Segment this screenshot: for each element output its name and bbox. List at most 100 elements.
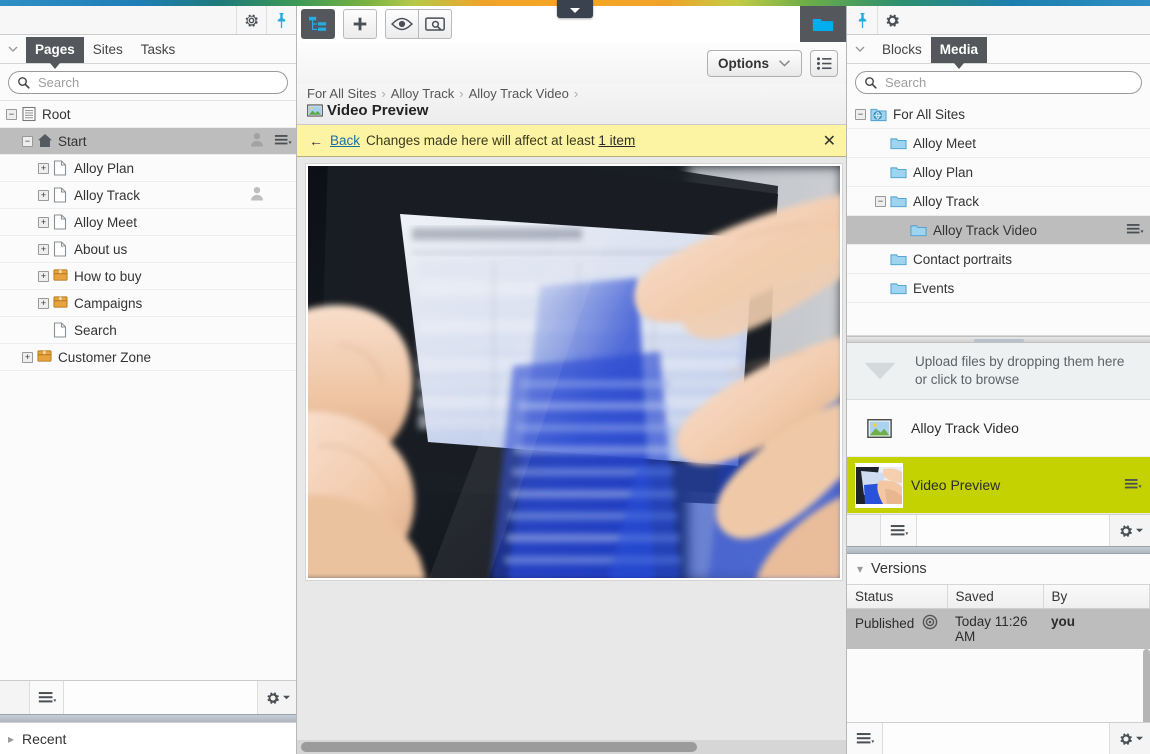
version-saved-cell: Today 11:26 AM: [947, 608, 1043, 649]
page-tree-row[interactable]: − Root: [0, 101, 296, 128]
page-tree-row[interactable]: + Customer Zone: [0, 344, 296, 371]
page-tree-row[interactable]: Search: [0, 317, 296, 344]
media-search-input[interactable]: [883, 74, 1133, 91]
folder-icon: [890, 281, 907, 295]
versions-section-header[interactable]: ▾ Versions: [847, 554, 1150, 585]
breadcrumb-item[interactable]: For All Sites: [307, 86, 376, 101]
home-icon: [37, 133, 53, 149]
column-status[interactable]: Status: [847, 585, 948, 609]
page-tree-row[interactable]: + How to buy: [0, 263, 296, 290]
list-menu-icon[interactable]: [30, 681, 64, 714]
page-tree-row[interactable]: + Alloy Meet: [0, 209, 296, 236]
page-search-box[interactable]: [8, 71, 288, 94]
recent-section-header[interactable]: ▸ Recent: [0, 722, 296, 754]
scrollbar-thumb[interactable]: [301, 742, 697, 752]
gear-icon[interactable]: [877, 6, 907, 34]
container-icon: [53, 268, 69, 284]
folder-icon: [890, 136, 907, 150]
footer-blank-area: [64, 681, 258, 714]
versions-label: Versions: [871, 561, 927, 577]
media-tree-row[interactable]: Events: [847, 274, 1150, 303]
media-list-item[interactable]: Alloy Track Video: [847, 400, 1150, 457]
breadcrumb-separator: ›: [381, 86, 386, 101]
close-icon[interactable]: ✕: [823, 131, 836, 151]
breadcrumb-item[interactable]: Alloy Track Video: [469, 86, 569, 101]
expand-icon[interactable]: +: [38, 297, 49, 309]
media-list-item[interactable]: Video Preview: [847, 457, 1150, 514]
page-tree-row[interactable]: + Campaigns: [0, 290, 296, 317]
collapse-icon[interactable]: −: [875, 195, 886, 207]
pin-icon[interactable]: [847, 6, 877, 34]
expander-placeholder: [875, 254, 886, 265]
tab-tasks[interactable]: Tasks: [132, 37, 185, 63]
media-tree-row[interactable]: Alloy Track Video: [847, 216, 1150, 245]
plus-icon: [353, 17, 367, 31]
tab-media[interactable]: Media: [930, 37, 988, 69]
list-menu-icon[interactable]: [881, 515, 917, 546]
row-menu-icon[interactable]: [1124, 478, 1142, 493]
preview-area: [297, 157, 846, 597]
collapse-icon[interactable]: −: [22, 135, 33, 147]
gear-icon[interactable]: [258, 681, 296, 714]
gear-icon[interactable]: [236, 6, 266, 34]
tab-pages[interactable]: Pages: [26, 37, 84, 69]
collapse-toolbar-handle[interactable]: [557, 0, 593, 18]
page-tree-label: Search: [74, 322, 117, 338]
row-menu-icon[interactable]: [274, 134, 292, 149]
list-menu-icon[interactable]: [847, 723, 883, 754]
page-tree-row[interactable]: + Alloy Track: [0, 182, 296, 209]
page-tree-row[interactable]: − Start: [0, 128, 296, 155]
expand-icon[interactable]: +: [38, 243, 49, 255]
globe-folder-icon: [870, 107, 887, 122]
folder-icon: [890, 165, 907, 179]
eye-icon[interactable]: [385, 9, 419, 39]
add-content-button[interactable]: [343, 9, 377, 39]
options-button[interactable]: Options: [707, 49, 802, 77]
site-tree-icon[interactable]: [301, 9, 335, 39]
media-panel-splitter[interactable]: [847, 336, 1150, 343]
breadcrumb: For All Sites › Alloy Track › Alloy Track Vi…: [307, 86, 836, 101]
user-icon: [250, 186, 266, 204]
content-area: Options For All Sites › Alloy Track › Alloy …: [297, 6, 846, 754]
media-tree-row[interactable]: Contact portraits: [847, 245, 1150, 274]
row-menu-icon[interactable]: [1126, 223, 1144, 238]
expand-icon[interactable]: +: [22, 351, 33, 363]
notice-count-link[interactable]: 1 item: [598, 133, 635, 148]
page-search-input[interactable]: [36, 74, 279, 91]
media-tree-row[interactable]: Alloy Plan: [847, 158, 1150, 187]
preview-search-icon[interactable]: [418, 9, 452, 39]
gear-icon[interactable]: [1110, 515, 1150, 546]
expand-icon[interactable]: +: [38, 189, 49, 201]
media-tree-row[interactable]: − Alloy Track: [847, 187, 1150, 216]
media-search-box[interactable]: [855, 71, 1142, 94]
tab-blocks[interactable]: Blocks: [873, 37, 931, 63]
versions-table-row[interactable]: Published Today 11:26 AM you: [847, 608, 1150, 649]
gear-icon[interactable]: [1110, 723, 1150, 754]
notice-back-link[interactable]: Back: [330, 133, 360, 148]
content-horizontal-scrollbar[interactable]: [297, 740, 846, 754]
page-tree-label: Alloy Plan: [74, 160, 135, 176]
expand-icon[interactable]: +: [38, 270, 49, 282]
pin-icon[interactable]: [266, 6, 296, 34]
versions-panel-splitter[interactable]: [847, 546, 1150, 554]
expand-icon[interactable]: +: [38, 216, 49, 228]
collapse-icon[interactable]: −: [6, 108, 17, 120]
page-tree-label: How to buy: [74, 268, 142, 284]
list-view-icon[interactable]: [810, 49, 838, 77]
media-tree-row[interactable]: − For All Sites: [847, 100, 1150, 129]
expand-icon[interactable]: +: [38, 162, 49, 174]
folder-icon[interactable]: [800, 6, 846, 42]
content-options-row: Options: [297, 42, 846, 84]
left-panel-splitter[interactable]: [0, 714, 296, 722]
page-tree-row[interactable]: + About us: [0, 236, 296, 263]
chevron-down-icon[interactable]: [847, 35, 873, 63]
column-by[interactable]: By: [1043, 585, 1150, 609]
page-tree-row[interactable]: + Alloy Plan: [0, 155, 296, 182]
media-tree-row[interactable]: Alloy Meet: [847, 129, 1150, 158]
chevron-down-icon[interactable]: [0, 35, 26, 63]
upload-dropzone[interactable]: Upload files by dropping them here or cl…: [847, 343, 1150, 400]
tab-sites[interactable]: Sites: [84, 37, 132, 63]
breadcrumb-item[interactable]: Alloy Track: [391, 86, 455, 101]
column-saved[interactable]: Saved: [947, 585, 1044, 609]
collapse-icon[interactable]: −: [855, 108, 866, 120]
